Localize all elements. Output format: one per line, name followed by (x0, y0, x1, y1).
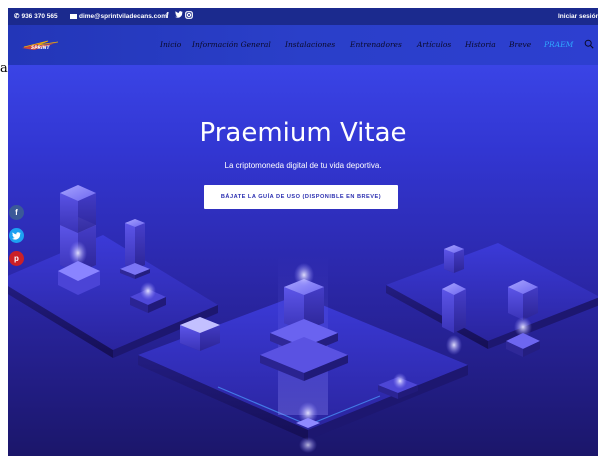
phone-icon: ✆ (14, 13, 20, 20)
page-frame: ✆ 936 370 565 dime@sprintviladecans.com f… (8, 8, 598, 456)
site-logo[interactable]: SPRINT (22, 39, 58, 51)
nav-item-instalaciones[interactable]: Instalaciones (285, 40, 335, 50)
share-facebook-button[interactable]: f (9, 205, 24, 220)
nav-item-entrenadores[interactable]: Entrenadores (350, 40, 402, 50)
phone-number: 936 370 565 (21, 13, 58, 20)
main-nav: SPRINT Inicio Información General Instal… (8, 25, 598, 65)
nav-item-inicio[interactable]: Inicio (160, 40, 181, 50)
email-link[interactable]: dime@sprintviladecans.com (70, 12, 167, 21)
download-guide-button[interactable]: BÁJATE LA GUÍA DE USO (DISPONIBLE EN BRE… (204, 185, 398, 209)
nav-item-breve[interactable]: Breve (509, 40, 531, 50)
share-twitter-button[interactable] (9, 228, 24, 243)
share-pinterest-button[interactable]: p (9, 251, 24, 266)
stray-text: a (0, 62, 8, 76)
facebook-icon[interactable]: f (166, 11, 169, 20)
login-link[interactable]: Iniciar sesión (558, 12, 598, 21)
twitter-bird-icon (12, 231, 21, 240)
logo-text: SPRINT (31, 45, 50, 51)
nav-item-articulos[interactable]: Artículos (417, 40, 451, 50)
nav-item-informacion-general[interactable]: Información General (192, 40, 271, 50)
hero-subtitle: La criptomoneda digital de tu vida depor… (224, 161, 382, 170)
nav-item-historia[interactable]: Historia (465, 40, 496, 50)
nav-item-praem[interactable]: PRAEM (544, 40, 573, 50)
search-icon[interactable] (584, 39, 594, 49)
hero-title: Praemium Vitae (199, 118, 407, 148)
top-info-bar: ✆ 936 370 565 dime@sprintviladecans.com f… (8, 8, 598, 25)
phone-link[interactable]: ✆ 936 370 565 (14, 12, 58, 21)
mail-icon (70, 13, 77, 19)
twitter-icon[interactable] (175, 11, 183, 21)
email-address: dime@sprintviladecans.com (79, 13, 167, 20)
instagram-icon[interactable] (185, 11, 193, 22)
hero-section: Praemium Vitae La criptomoneda digital d… (8, 65, 598, 456)
